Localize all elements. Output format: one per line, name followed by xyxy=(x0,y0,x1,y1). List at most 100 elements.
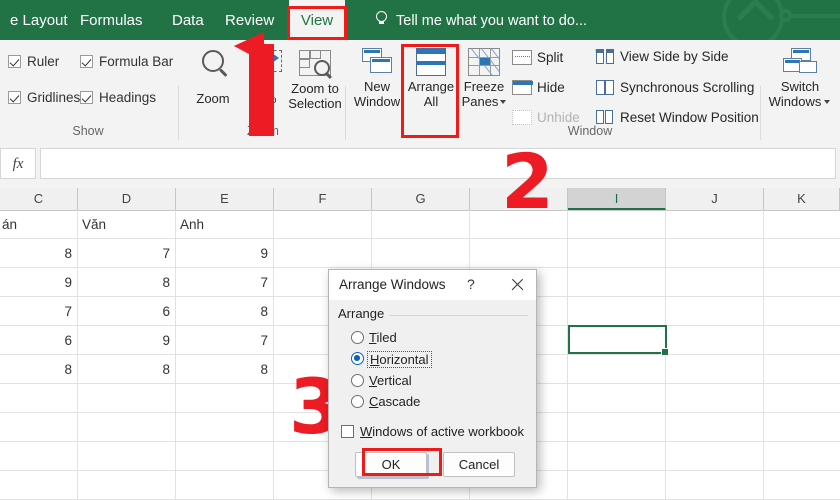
dialog-title-bar: Arrange Windows ? xyxy=(329,270,536,300)
active-cell-selection[interactable] xyxy=(568,325,669,356)
arrange-all-icon xyxy=(416,48,446,76)
cell-d3[interactable]: 8 xyxy=(82,269,170,296)
chevron-down-icon[interactable] xyxy=(500,100,506,104)
switch-windows-icon xyxy=(783,48,817,74)
cell-e3[interactable]: 7 xyxy=(180,269,268,296)
watermark-dot-icon xyxy=(779,9,792,22)
ok-button[interactable]: OK xyxy=(355,452,427,477)
checkbox-label: Headings xyxy=(99,90,157,105)
cell-d5[interactable]: 9 xyxy=(82,327,170,354)
cancel-button[interactable]: Cancel xyxy=(443,452,515,477)
zoom-to-selection-icon xyxy=(299,50,332,80)
ribbon-body: Ruler Formula Bar Gridlines Headings Sho… xyxy=(0,40,840,170)
synchronous-scrolling-icon xyxy=(596,80,615,95)
switch-windows-label: Switch xyxy=(780,79,820,94)
tab-label: View xyxy=(300,12,334,29)
checkbox-label: Ruler xyxy=(27,54,60,69)
tab-label: e Layout xyxy=(10,12,68,29)
column-header-f[interactable]: F xyxy=(274,188,372,210)
annotation-arrow-1 xyxy=(234,32,274,136)
cell-e2[interactable]: 9 xyxy=(180,240,268,267)
cell-d6[interactable]: 8 xyxy=(82,356,170,383)
switch-windows-label2: Windows xyxy=(768,94,822,109)
tell-me-box[interactable]: Tell me what you want to do... xyxy=(376,0,587,40)
tab-formulas[interactable]: Formulas xyxy=(70,0,153,40)
tab-page-layout[interactable]: e Layout xyxy=(0,0,78,40)
cell-c3[interactable]: 9 xyxy=(2,269,72,296)
tab-label: Data xyxy=(172,12,204,29)
fill-handle[interactable] xyxy=(661,348,669,356)
new-window-button[interactable]: New Window xyxy=(352,46,402,130)
freeze-panes-label: Freeze xyxy=(463,79,505,94)
switch-windows-button[interactable]: Switch Windows xyxy=(766,46,834,130)
arrange-all-label2: All xyxy=(423,94,439,109)
dialog-group-label: Arrange xyxy=(338,306,390,321)
cell-d2[interactable]: 7 xyxy=(82,240,170,267)
radio-label: Tiled xyxy=(369,330,397,345)
split-icon xyxy=(512,50,532,65)
cell-e4[interactable]: 8 xyxy=(180,298,268,325)
cell-d1[interactable]: Văn xyxy=(82,211,170,238)
new-window-label2: Window xyxy=(353,94,401,109)
cell-c6[interactable]: 8 xyxy=(2,356,72,383)
radio-button xyxy=(351,395,364,408)
arrange-all-button[interactable]: Arrange All xyxy=(404,46,458,130)
formula-bar: fx xyxy=(0,140,840,189)
lightbulb-icon xyxy=(376,11,387,24)
radio-button xyxy=(351,352,364,365)
help-icon[interactable]: ? xyxy=(467,276,475,292)
chevron-down-icon[interactable] xyxy=(824,100,830,104)
zoom-button[interactable]: Zoom xyxy=(190,48,236,110)
column-header-j[interactable]: J xyxy=(666,188,764,210)
radio-button xyxy=(351,374,364,387)
column-header-d[interactable]: D xyxy=(78,188,176,210)
annotation-number-2: 2 xyxy=(501,137,554,226)
freeze-panes-button[interactable]: Freeze Panes xyxy=(458,46,510,130)
column-header-k[interactable]: K xyxy=(764,188,840,210)
freeze-panes-icon xyxy=(468,48,500,76)
reset-window-position-label: Reset Window Position xyxy=(620,110,759,125)
column-header-g[interactable]: G xyxy=(372,188,470,210)
view-side-by-side-icon xyxy=(596,49,615,64)
cell-e5[interactable]: 7 xyxy=(180,327,268,354)
checkbox-label: Formula Bar xyxy=(99,54,174,69)
split-label: Split xyxy=(537,50,564,65)
zoom-button-label: Zoom xyxy=(196,91,230,106)
checkbox-box xyxy=(80,91,93,104)
tab-view[interactable]: View xyxy=(289,0,345,40)
close-icon[interactable] xyxy=(509,277,525,293)
cell-c4[interactable]: 7 xyxy=(2,298,72,325)
column-header-c[interactable]: C xyxy=(0,188,78,210)
radio-label: Vertical xyxy=(369,373,412,388)
cell-c1[interactable]: án xyxy=(2,211,72,238)
radio-label: Cascade xyxy=(369,394,421,409)
tell-me-label: Tell me what you want to do... xyxy=(396,13,588,29)
tab-label: Formulas xyxy=(80,12,143,29)
cell-d4[interactable]: 6 xyxy=(82,298,170,325)
cell-e1[interactable]: Anh xyxy=(180,211,268,238)
checkbox-box xyxy=(8,55,21,68)
insert-function-icon[interactable]: fx xyxy=(0,148,36,179)
view-side-by-side-command[interactable]: View Side by Side xyxy=(595,49,729,64)
watermark-logo-arrow-icon xyxy=(742,4,768,30)
tab-label: Review xyxy=(225,12,275,29)
zoom-to-selection-button[interactable]: Zoom to Selection xyxy=(280,48,350,130)
view-side-by-side-label: View Side by Side xyxy=(620,49,729,64)
checkbox-box xyxy=(80,55,93,68)
column-header-e[interactable]: E xyxy=(176,188,274,210)
unhide-icon xyxy=(512,110,532,125)
cell-c2[interactable]: 8 xyxy=(2,240,72,267)
tab-data[interactable]: Data xyxy=(162,0,214,40)
formula-input[interactable] xyxy=(40,148,836,179)
cell-e6[interactable]: 8 xyxy=(180,356,268,383)
column-header-i[interactable]: I xyxy=(568,188,666,210)
zoom-to-selection-label: Zoom to xyxy=(291,81,339,96)
cell-c5[interactable]: 6 xyxy=(2,327,72,354)
excel-window: e Layout Formulas Data Review View Tell … xyxy=(0,0,840,500)
unhide-label: Unhide xyxy=(537,110,580,125)
watermark-line-icon xyxy=(784,14,840,18)
hide-label: Hide xyxy=(537,80,565,95)
column-header-row: C D E F G H I J K xyxy=(0,188,840,211)
checkbox-label: Windows of active workbook xyxy=(360,424,525,439)
ribbon-tab-strip: e Layout Formulas Data Review View Tell … xyxy=(0,0,840,40)
